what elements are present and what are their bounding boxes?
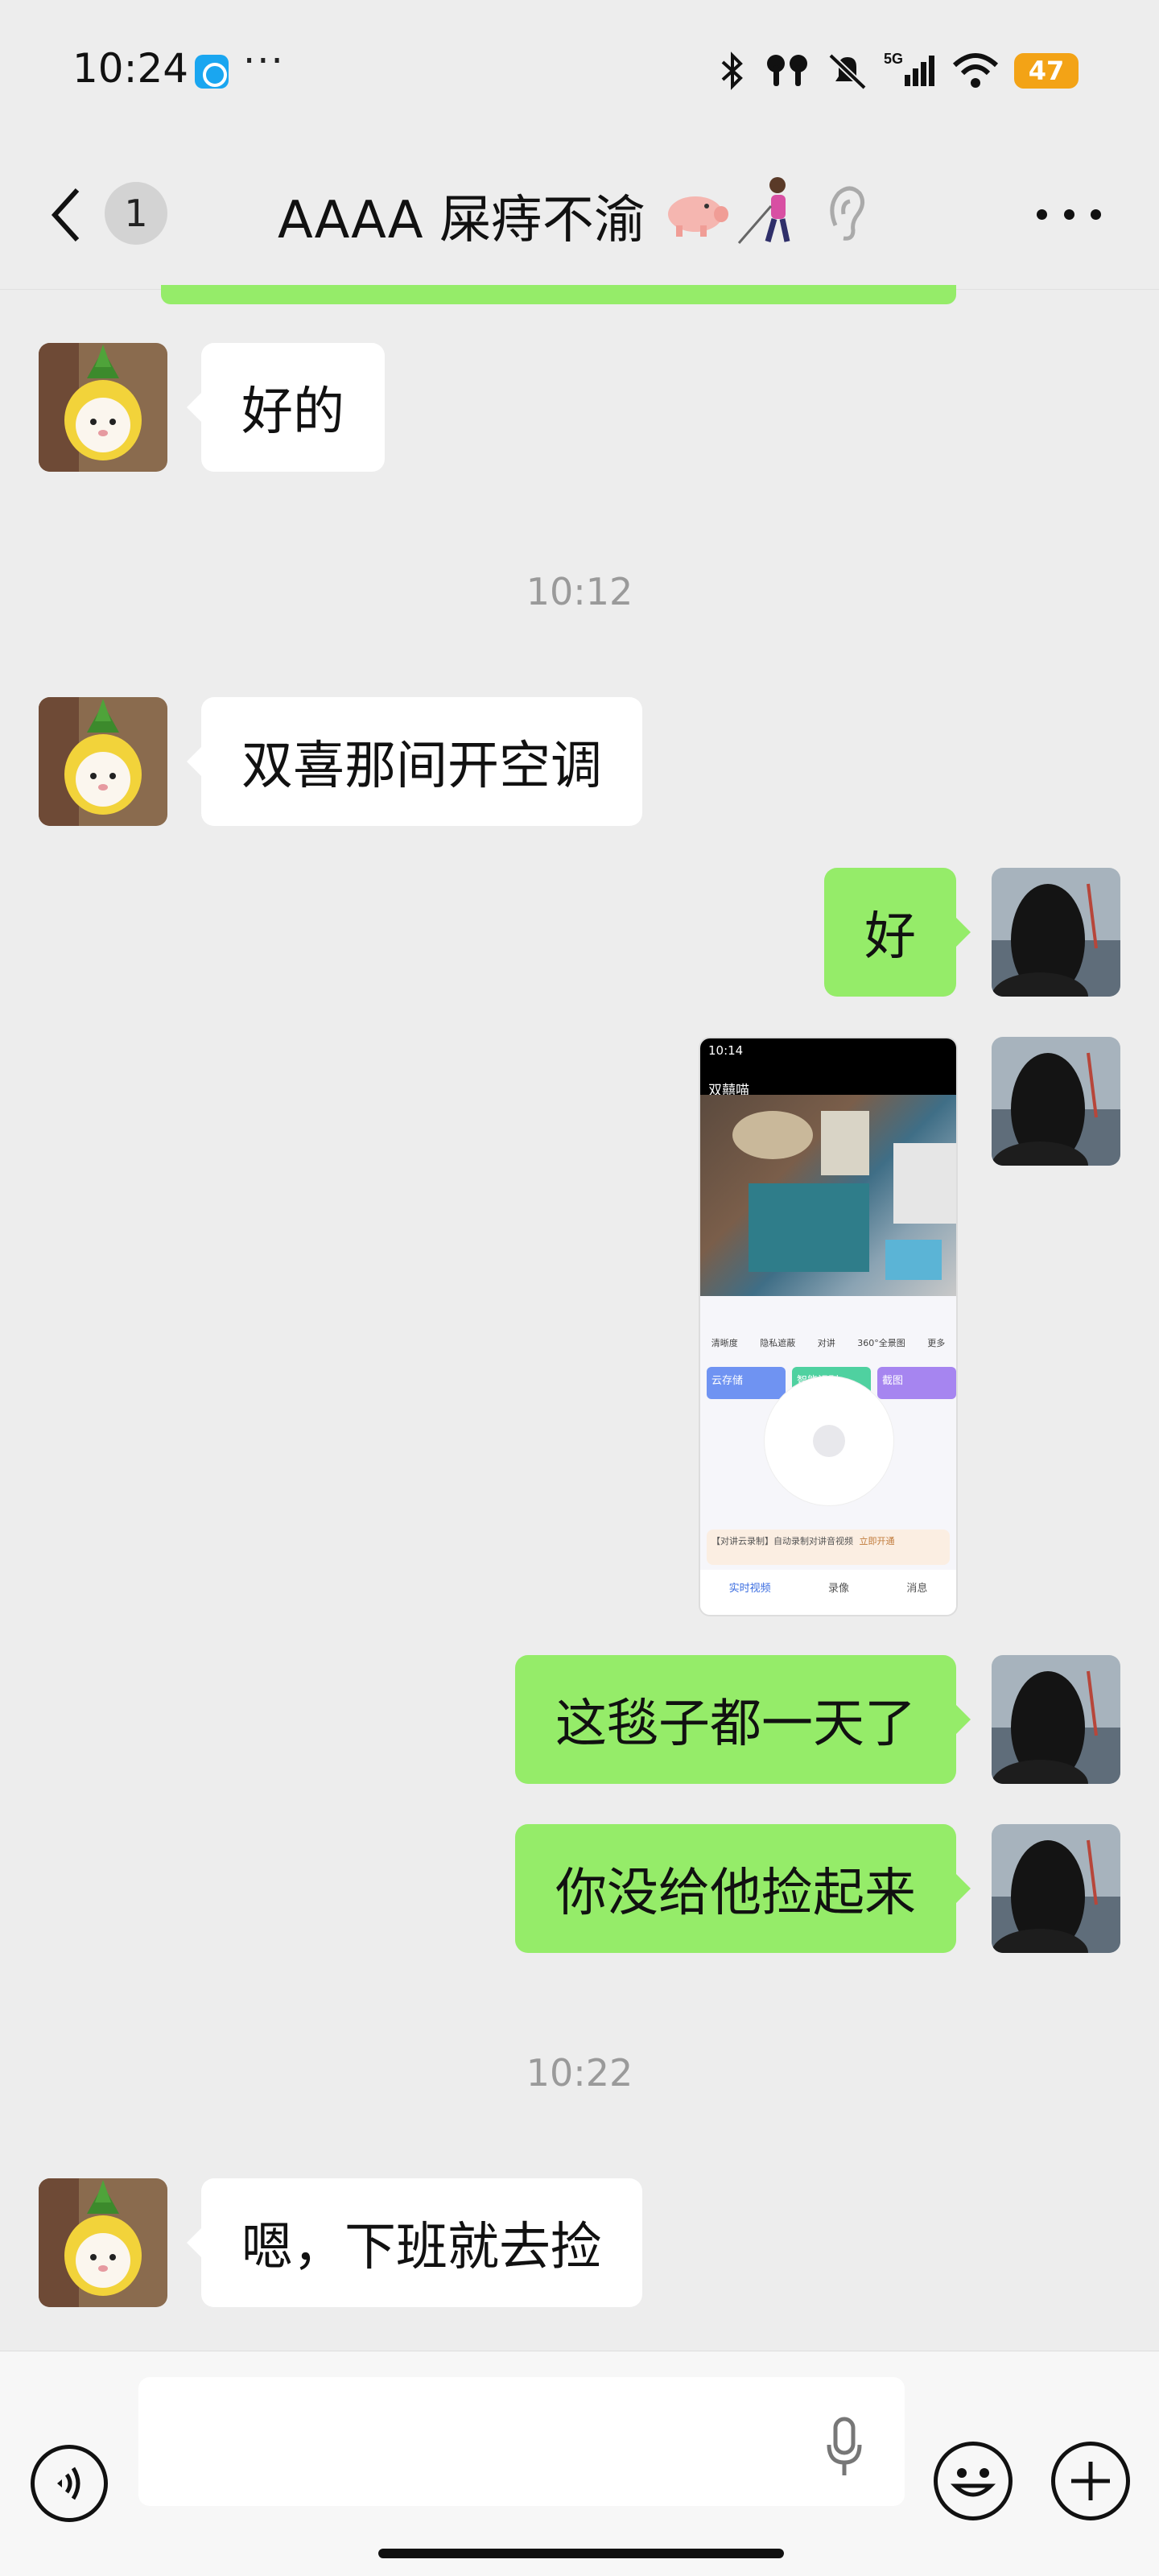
image-tab: 实时视频 <box>728 1583 771 1595</box>
status-time: 10:24 <box>72 45 189 92</box>
chat-title: AAAA 屎痔不渝 <box>278 191 645 250</box>
chat-input-bar <box>0 2351 1159 2576</box>
my-avatar[interactable] <box>992 1655 1120 1784</box>
my-avatar[interactable] <box>992 1824 1120 1953</box>
message-timestamp: 10:12 <box>526 570 633 613</box>
my-avatar[interactable] <box>992 1037 1120 1166</box>
unread-count-badge: 1 <box>105 182 167 245</box>
message-bubble[interactable]: 嗯，下班就去捡 <box>187 2178 642 2307</box>
camera-tool-label: 隐私遮蔽 <box>760 1338 796 1348</box>
camera-tool-label: 对讲 <box>817 1338 835 1348</box>
camera-tool-label: 清晰度 <box>711 1338 738 1348</box>
contact-avatar[interactable] <box>39 2178 167 2307</box>
more-actions-button[interactable] <box>1051 2442 1130 2520</box>
bluetooth-icon <box>721 52 743 90</box>
back-button[interactable]: 1 <box>40 177 177 250</box>
message-input[interactable] <box>138 2377 905 2506</box>
pig-emoji <box>668 196 728 237</box>
mute-bell-icon <box>828 53 867 90</box>
ear-icon <box>830 186 864 241</box>
battery-indicator: 47 <box>1014 53 1079 89</box>
message-text: 好 <box>864 907 916 967</box>
contact-avatar[interactable] <box>39 343 167 472</box>
message-bubble[interactable]: 你没给他捡起来 <box>515 1824 971 1953</box>
camera-tool-label: 更多 <box>927 1338 946 1348</box>
feature-card: 截图 <box>877 1367 956 1399</box>
voice-input-button[interactable] <box>31 2445 108 2522</box>
camera-video-frame <box>700 1095 956 1296</box>
status-icons: 5G 47 <box>716 47 1079 95</box>
message-bubble[interactable]: 好的 <box>187 343 385 472</box>
home-indicator <box>378 2549 784 2558</box>
message-text: 你没给他捡起来 <box>555 1864 916 1923</box>
contact-avatar[interactable] <box>39 697 167 826</box>
message-text: 嗯，下班就去捡 <box>241 2218 602 2277</box>
wifi-icon <box>952 53 999 88</box>
message-bubble[interactable]: 好 <box>824 868 971 997</box>
chevron-left-icon <box>51 188 80 242</box>
chat-header: 1 AAAA 屎痔不渝 <box>0 137 1159 290</box>
more-notifications-icon: ··· <box>243 39 285 84</box>
notice-action: 立即开通 <box>859 1536 895 1546</box>
app-notification-icon <box>195 55 229 89</box>
image-tab: 消息 <box>906 1583 928 1595</box>
ptz-joystick <box>765 1377 893 1505</box>
message-text: 双喜那间开空调 <box>241 737 602 796</box>
voice-wave-icon <box>57 2467 80 2500</box>
image-message[interactable]: 10:14 双囍喵 清晰度 隐私遮蔽 对讲 360°全景图 更多 云存储 智能识… <box>699 1037 958 1616</box>
image-status-time: 10:14 <box>700 1038 956 1063</box>
emoji-button[interactable] <box>934 2442 1013 2520</box>
more-options-button[interactable] <box>1037 198 1101 230</box>
feature-card: 云存储 <box>707 1367 786 1399</box>
camera-tool-label: 360°全景图 <box>857 1338 905 1348</box>
message-timestamp: 10:22 <box>526 2051 633 2095</box>
message-bubble[interactable]: 双喜那间开空调 <box>187 697 642 826</box>
status-bar: 10:24 ··· 5G 47 <box>0 0 1159 137</box>
image-tab: 录像 <box>827 1583 849 1595</box>
person-with-cane-emoji <box>737 177 790 244</box>
earbuds-icon <box>767 55 807 86</box>
microphone-icon[interactable] <box>824 2416 864 2480</box>
my-avatar[interactable] <box>992 868 1120 997</box>
message-bubble[interactable]: 这毯子都一天了 <box>515 1655 971 1784</box>
image-notice: 【对讲云录制】自动录制对讲音视频 立即开通 <box>707 1530 950 1565</box>
camera-toolbar: 清晰度 隐私遮蔽 对讲 360°全景图 更多 <box>700 1304 956 1360</box>
smiley-icon <box>950 2468 996 2497</box>
message-text: 好的 <box>241 382 344 442</box>
previous-message-bubble-edge <box>161 285 956 304</box>
message-text: 这毯子都一天了 <box>555 1695 916 1754</box>
notice-text: 【对讲云录制】自动录制对讲音视频 <box>711 1536 853 1546</box>
svg-text:5G: 5G <box>884 51 903 67</box>
image-tab-bar: 实时视频 录像 消息 <box>700 1570 956 1615</box>
cellular-signal-icon: 5G <box>884 51 934 86</box>
